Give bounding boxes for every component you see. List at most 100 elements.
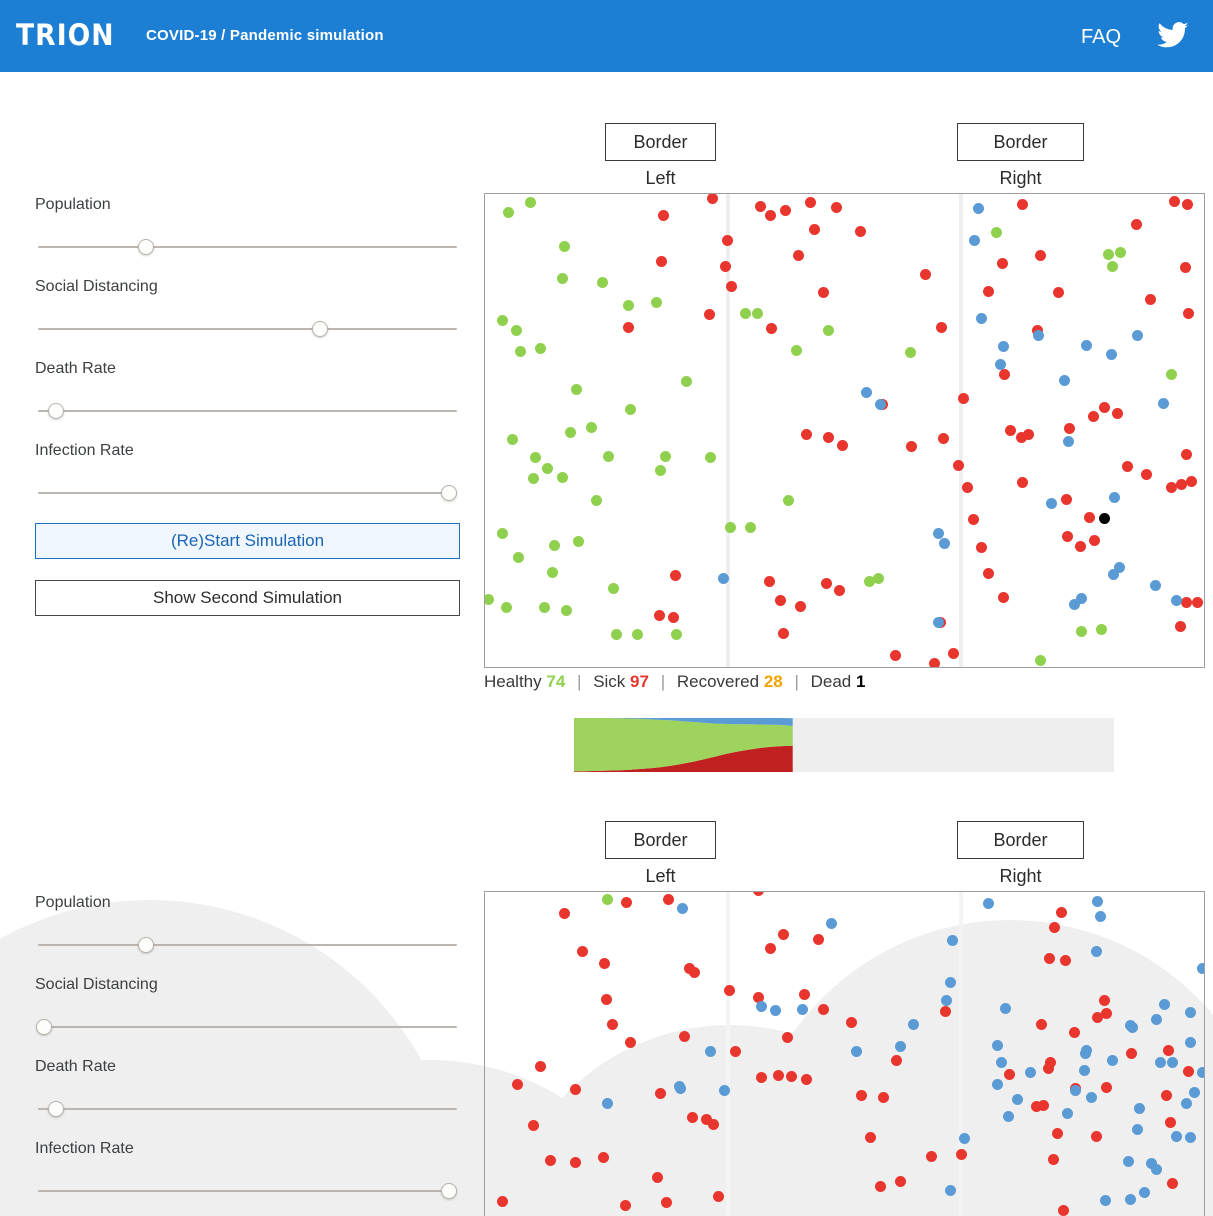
stat-separator: | bbox=[660, 672, 666, 691]
slider-thumb-death-rate-1[interactable] bbox=[48, 403, 65, 419]
dot-recovered bbox=[1107, 568, 1119, 580]
stat-dead-label: Dead bbox=[810, 672, 852, 691]
slider-thumb-population-2[interactable] bbox=[137, 937, 154, 953]
dot-sick bbox=[669, 569, 681, 581]
dot-sick bbox=[662, 893, 674, 905]
border-right-button-2[interactable]: Border Right bbox=[957, 821, 1084, 886]
border-divider-right-1 bbox=[959, 194, 963, 667]
slider-thumb-death-rate-2[interactable] bbox=[48, 1101, 65, 1117]
dot-sick bbox=[1035, 1018, 1047, 1030]
border-right-button-1[interactable]: Border Right bbox=[957, 123, 1084, 188]
dot-sick bbox=[781, 1031, 793, 1043]
dot-healthy bbox=[506, 433, 518, 445]
dot-sick bbox=[706, 194, 718, 204]
slider-group-death-rate-1: Death Rate bbox=[35, 359, 460, 441]
slider-population-2[interactable] bbox=[35, 935, 460, 955]
dot-recovered bbox=[874, 398, 886, 410]
slider-death-rate-1[interactable] bbox=[35, 401, 460, 421]
dot-sick bbox=[928, 657, 940, 667]
slider-social-distancing-2[interactable] bbox=[35, 1017, 460, 1037]
slider-label-death-rate-1: Death Rate bbox=[35, 360, 116, 377]
dot-recovered bbox=[825, 917, 837, 929]
dot-healthy bbox=[500, 601, 512, 613]
dot-sick bbox=[935, 321, 947, 333]
slider-thumb-population-1[interactable] bbox=[137, 239, 154, 255]
border-left-button-2[interactable]: Border Left bbox=[605, 821, 716, 886]
dot-recovered bbox=[1124, 1193, 1136, 1205]
timeline-chart-svg bbox=[574, 718, 793, 772]
dot-healthy bbox=[622, 299, 634, 311]
dot-sick bbox=[1100, 1007, 1112, 1019]
dot-sick bbox=[1087, 410, 1099, 422]
dot-sick bbox=[1098, 994, 1110, 1006]
dot-sick bbox=[804, 196, 816, 208]
dot-healthy bbox=[790, 344, 802, 356]
dot-healthy bbox=[1075, 625, 1087, 637]
dot-healthy bbox=[496, 314, 508, 326]
dot-sick bbox=[527, 1119, 539, 1131]
slider-thumb-social-distancing-1[interactable] bbox=[311, 321, 328, 337]
dot-sick bbox=[1051, 1127, 1063, 1139]
slider-death-rate-2[interactable] bbox=[35, 1099, 460, 1119]
stat-healthy-label: Healthy bbox=[484, 672, 542, 691]
dot-recovered bbox=[796, 1003, 808, 1015]
slider-rail bbox=[38, 492, 457, 494]
dot-recovered bbox=[944, 976, 956, 988]
stat-sick-value: 97 bbox=[630, 672, 649, 691]
dot-recovered bbox=[1133, 1102, 1145, 1114]
dot-sick bbox=[836, 439, 848, 451]
dot-recovered bbox=[1158, 998, 1170, 1010]
dot-recovered bbox=[938, 537, 950, 549]
dot-sick bbox=[998, 368, 1010, 380]
dot-sick bbox=[779, 204, 791, 216]
dot-sick bbox=[812, 933, 824, 945]
dot-sick bbox=[619, 1199, 631, 1211]
dot-sick bbox=[939, 1005, 951, 1017]
dot-sick bbox=[1111, 407, 1123, 419]
slider-thumb-social-distancing-2[interactable] bbox=[35, 1019, 52, 1035]
dot-sick bbox=[772, 1069, 784, 1081]
slider-infection-rate-2[interactable] bbox=[35, 1181, 460, 1201]
dot-sick bbox=[1090, 1130, 1102, 1142]
dot-sick bbox=[1016, 198, 1028, 210]
dot-sick bbox=[1022, 428, 1034, 440]
slider-rail bbox=[38, 1026, 457, 1028]
slider-label-infection-rate-2: Infection Rate bbox=[35, 1140, 134, 1157]
dot-healthy bbox=[782, 494, 794, 506]
dot-recovered bbox=[1180, 1097, 1192, 1109]
slider-thumb-infection-rate-2[interactable] bbox=[441, 1183, 458, 1199]
dot-healthy bbox=[744, 521, 756, 533]
dot-recovered bbox=[1184, 1036, 1196, 1048]
restart-simulation-button[interactable]: (Re)Start Simulation bbox=[35, 523, 460, 559]
dot-sick bbox=[800, 1073, 812, 1085]
simulation-canvas-1[interactable] bbox=[484, 193, 1205, 668]
faq-link[interactable]: FAQ bbox=[1081, 24, 1121, 50]
dot-recovered bbox=[1149, 579, 1161, 591]
slider-rail bbox=[38, 1190, 457, 1192]
dot-recovered bbox=[1126, 1021, 1138, 1033]
dot-sick bbox=[558, 907, 570, 919]
border-left-button-1[interactable]: Border Left bbox=[605, 123, 716, 188]
show-second-simulation-button[interactable]: Show Second Simulation bbox=[35, 580, 460, 616]
dot-recovered bbox=[991, 1078, 1003, 1090]
dot-healthy bbox=[1095, 623, 1107, 635]
slider-social-distancing-1[interactable] bbox=[35, 319, 460, 339]
dot-recovered bbox=[1045, 497, 1057, 509]
dot-sick bbox=[1057, 1204, 1069, 1216]
slider-infection-rate-1[interactable] bbox=[35, 483, 460, 503]
simulation-canvas-2[interactable] bbox=[484, 891, 1205, 1216]
twitter-icon[interactable] bbox=[1157, 19, 1189, 51]
dot-sick bbox=[1034, 249, 1046, 261]
stat-recovered-label: Recovered bbox=[676, 672, 760, 691]
dot-recovered bbox=[1069, 1084, 1081, 1096]
dot-sick bbox=[1004, 424, 1016, 436]
slider-thumb-infection-rate-1[interactable] bbox=[441, 485, 458, 501]
dot-sick bbox=[937, 432, 949, 444]
dot-sick bbox=[1191, 596, 1203, 608]
dot-sick bbox=[1140, 468, 1152, 480]
dot-recovered bbox=[944, 1184, 956, 1196]
dot-sick bbox=[511, 1078, 523, 1090]
trion-logo[interactable]: TRION bbox=[16, 18, 115, 52]
dot-sick bbox=[1175, 478, 1187, 490]
slider-population-1[interactable] bbox=[35, 237, 460, 257]
